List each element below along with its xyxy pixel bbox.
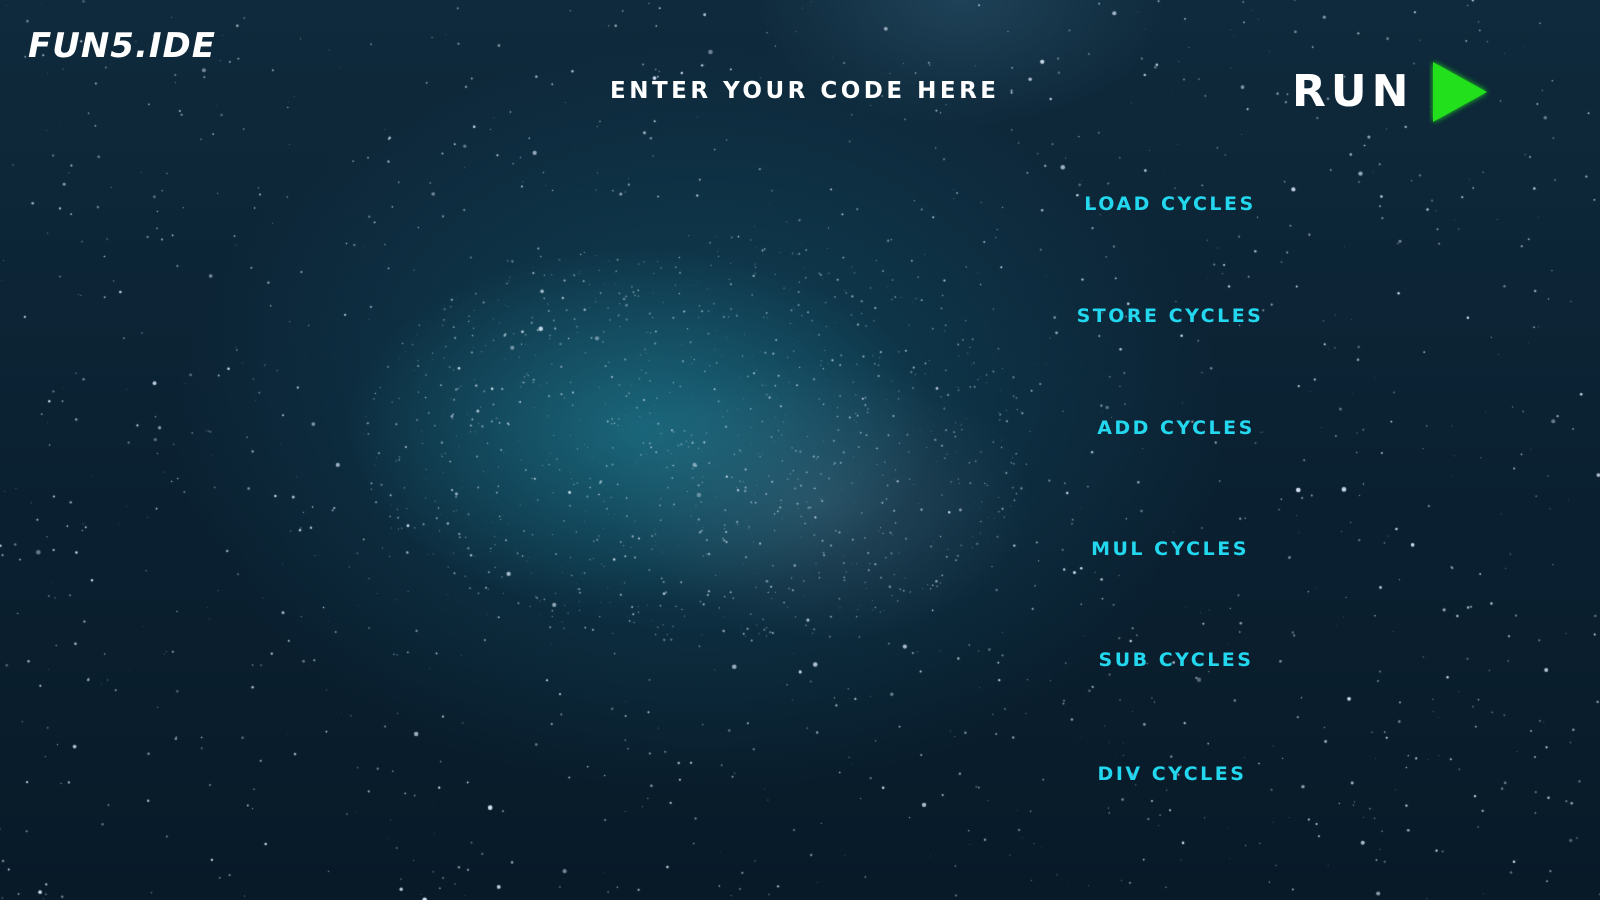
add-cycles-label: ADD CYCLES — [1097, 417, 1255, 439]
starfield-background — [0, 0, 1600, 900]
mul-cycles-label: MUL CYCLES — [1091, 538, 1249, 560]
sub-cycles-label: SUB CYCLES — [1098, 649, 1254, 671]
load-cycles-label: LOAD CYCLES — [1084, 193, 1256, 215]
store-cycles-label: STORE CYCLES — [1076, 305, 1264, 327]
cycles-list: LOAD CYCLES STORE CYCLES ADD CYCLES MUL … — [1000, 0, 1340, 900]
code-editor-prompt[interactable]: ENTER YOUR CODE HERE — [610, 76, 999, 106]
app-logo: FUN5.IDE — [28, 26, 216, 66]
play-icon[interactable] — [1429, 58, 1491, 126]
div-cycles-label: DIV CYCLES — [1097, 763, 1247, 785]
